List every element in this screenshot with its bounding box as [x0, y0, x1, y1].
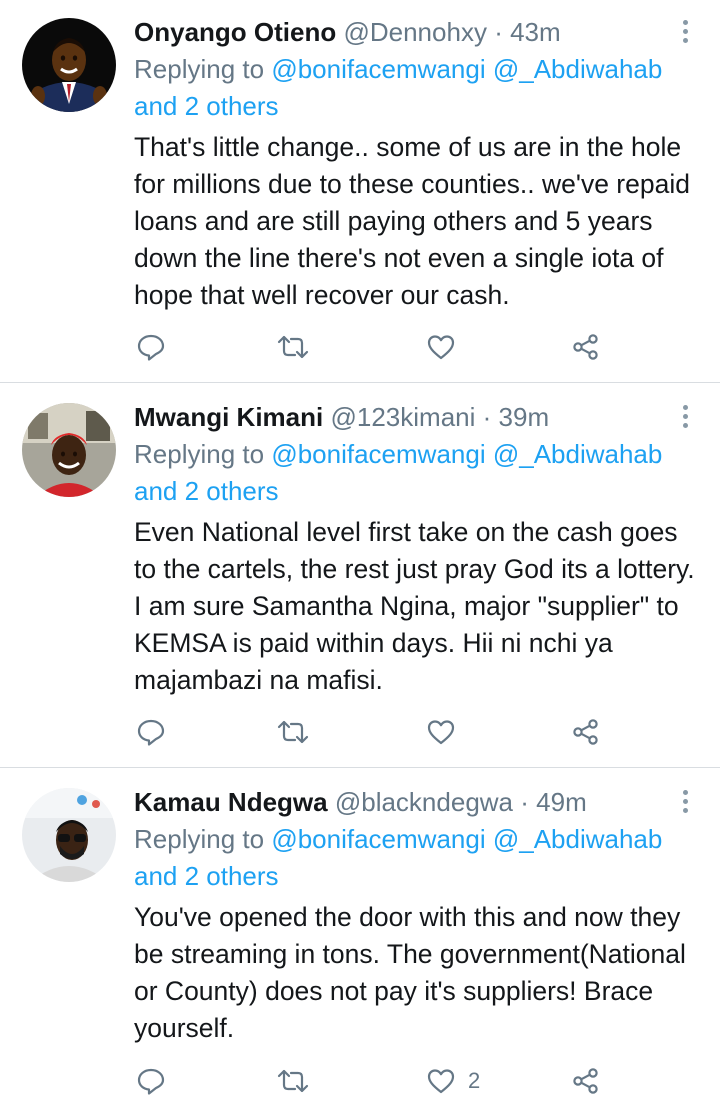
reply-icon	[137, 334, 165, 361]
share-button[interactable]	[571, 327, 601, 367]
reply-button[interactable]	[136, 712, 166, 752]
divider	[0, 382, 720, 383]
tweet-actions	[0, 327, 720, 367]
author-handle[interactable]: @blackndegwa	[335, 787, 513, 817]
like-button[interactable]	[426, 327, 468, 367]
author-name[interactable]: Mwangi Kimani	[134, 402, 323, 432]
like-button[interactable]	[426, 712, 468, 752]
tweet-actions: 2	[0, 1061, 720, 1101]
others-link[interactable]: and 2 others	[134, 861, 279, 891]
like-button[interactable]: 2	[426, 1061, 480, 1101]
tweet-text: You've opened the door with this and now…	[134, 902, 686, 1043]
tweet-header: Kamau Ndegwa @blackndegwa · 49m	[134, 784, 587, 820]
avatar[interactable]	[22, 788, 116, 882]
avatar[interactable]	[22, 18, 116, 112]
replying-prefix: Replying to	[134, 824, 265, 854]
replying-to: Replying to @bonifacemwangi @_Abdiwahab …	[134, 436, 704, 510]
avatar[interactable]	[22, 403, 116, 497]
divider	[0, 767, 720, 768]
author-handle[interactable]: @Dennohxy	[343, 17, 486, 47]
more-options-icon[interactable]	[670, 16, 700, 46]
heart-icon	[427, 1069, 455, 1094]
others-link[interactable]: and 2 others	[134, 476, 279, 506]
mention-link[interactable]: @_Abdiwahab	[493, 439, 663, 469]
separator: ·	[520, 787, 529, 817]
share-button[interactable]	[571, 1061, 601, 1101]
timestamp[interactable]: 43m	[510, 17, 561, 47]
replying-to: Replying to @bonifacemwangi @_Abdiwahab …	[134, 51, 704, 125]
reply-icon	[137, 1068, 165, 1095]
like-count: 2	[468, 1068, 481, 1093]
mention-link[interactable]: @bonifacemwangi	[271, 54, 485, 84]
separator: ·	[482, 402, 492, 432]
share-icon	[573, 334, 598, 360]
more-options-icon[interactable]	[670, 786, 700, 816]
heart-icon	[427, 335, 455, 360]
timestamp[interactable]: 39m	[499, 402, 550, 432]
timestamp[interactable]: 49m	[536, 787, 587, 817]
replying-prefix: Replying to	[134, 439, 265, 469]
heart-icon	[427, 720, 455, 745]
more-options-icon[interactable]	[670, 401, 700, 431]
mention-link[interactable]: @_Abdiwahab	[493, 54, 663, 84]
author-handle[interactable]: @123kimani	[330, 402, 475, 432]
tweet-header: Mwangi Kimani @123kimani · 39m	[134, 399, 549, 435]
retweet-button[interactable]	[276, 1061, 310, 1101]
reply-button[interactable]	[136, 1061, 166, 1101]
mention-link[interactable]: @bonifacemwangi	[271, 824, 485, 854]
reply-button[interactable]	[136, 327, 166, 367]
share-button[interactable]	[571, 712, 601, 752]
replying-to: Replying to @bonifacemwangi @_Abdiwahab …	[134, 821, 704, 895]
mention-link[interactable]: @_Abdiwahab	[493, 824, 663, 854]
others-link[interactable]: and 2 others	[134, 91, 279, 121]
share-icon	[573, 719, 598, 745]
mention-link[interactable]: @bonifacemwangi	[271, 439, 485, 469]
retweet-icon	[277, 720, 309, 744]
retweet-icon	[277, 1069, 309, 1093]
author-name[interactable]: Kamau Ndegwa	[134, 787, 328, 817]
share-icon	[573, 1068, 598, 1094]
tweet-text: That's little change.. some of us are in…	[134, 132, 690, 310]
tweet-actions	[0, 712, 720, 752]
tweet[interactable]: Onyango Otieno @Dennohxy · 43m Replying …	[0, 0, 720, 382]
retweet-button[interactable]	[276, 327, 310, 367]
retweet-button[interactable]	[276, 712, 310, 752]
replying-prefix: Replying to	[134, 54, 265, 84]
author-name[interactable]: Onyango Otieno	[134, 17, 336, 47]
tweet-header: Onyango Otieno @Dennohxy · 43m	[134, 14, 561, 50]
tweet-text: Even National level first take on the ca…	[134, 517, 695, 695]
reply-icon	[137, 719, 165, 746]
separator: ·	[494, 17, 503, 47]
tweet[interactable]: Kamau Ndegwa @blackndegwa · 49m Replying…	[0, 770, 720, 1110]
retweet-icon	[277, 335, 309, 359]
tweet[interactable]: Mwangi Kimani @123kimani · 39m Replying …	[0, 385, 720, 767]
